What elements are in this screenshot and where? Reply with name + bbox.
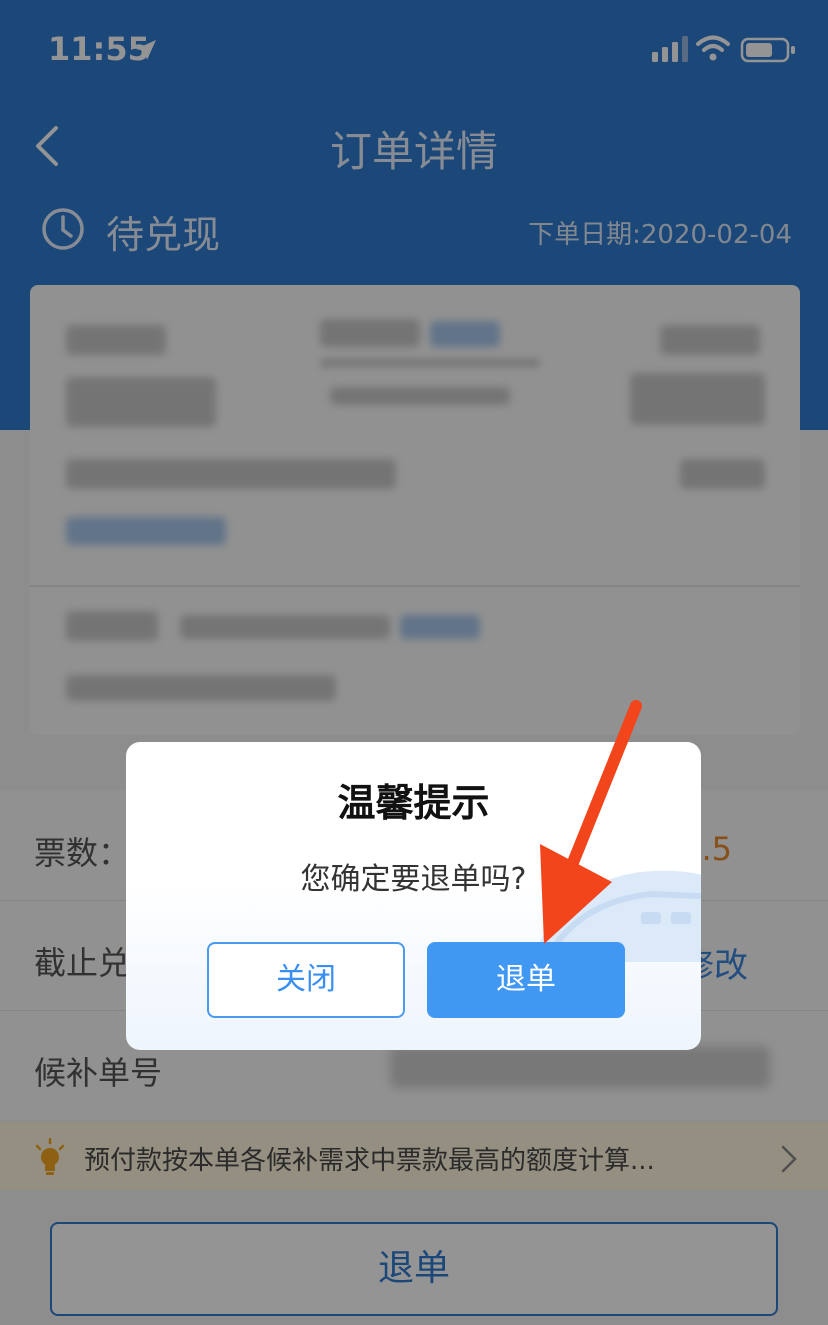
modal-overlay[interactable] xyxy=(0,0,828,1325)
red-arrow-annotation xyxy=(540,700,642,944)
confirm-refund-button[interactable]: 退单 xyxy=(427,942,625,1018)
close-button[interactable]: 关闭 xyxy=(207,942,405,1018)
